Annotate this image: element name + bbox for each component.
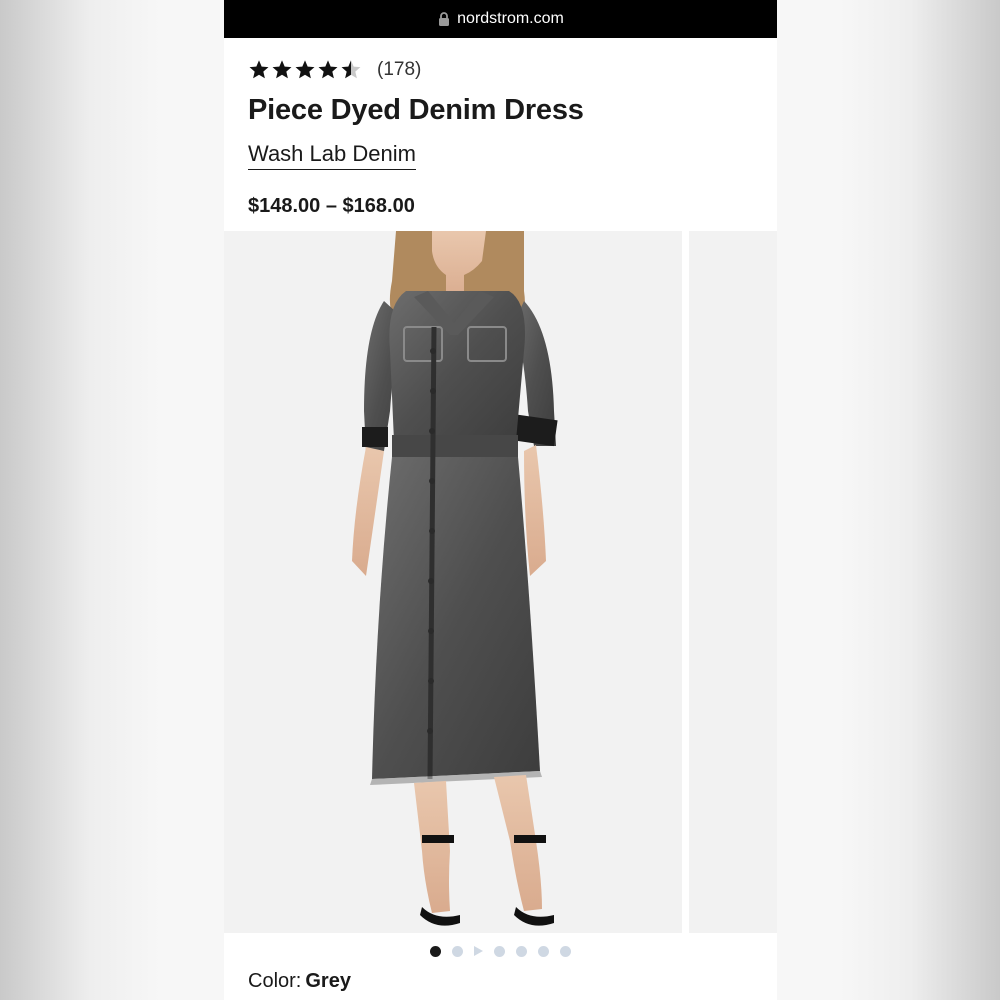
lock-icon <box>439 12 450 26</box>
model-wearing-denim-dress-image <box>224 231 682 933</box>
color-label: Color: <box>248 970 302 992</box>
mobile-viewport: nordstrom.com (178) Piece Dyed Denim Dre… <box>224 0 777 1000</box>
carousel-dot[interactable] <box>516 945 527 957</box>
price-range: $148.00 – $168.00 <box>248 195 415 217</box>
image-carousel[interactable] <box>224 231 777 933</box>
review-count[interactable]: (178) <box>377 59 421 81</box>
rating-row[interactable]: (178) <box>248 56 758 84</box>
product-title: Piece Dyed Denim Dress <box>248 94 584 126</box>
star-rating <box>248 59 363 81</box>
carousel-video-dot-play-icon[interactable] <box>474 946 483 956</box>
star-full-icon <box>318 60 338 79</box>
brand-link[interactable]: Wash Lab Denim <box>248 141 416 170</box>
star-full-icon <box>272 60 292 79</box>
carousel-dot-active[interactable] <box>430 945 441 957</box>
carousel-dot[interactable] <box>494 945 505 957</box>
product-image[interactable] <box>224 231 682 933</box>
carousel-dot[interactable] <box>560 945 571 957</box>
next-product-image-peek[interactable] <box>689 231 777 933</box>
carousel-pagination[interactable] <box>224 940 777 962</box>
color-value: Grey <box>305 970 351 992</box>
star-half-icon <box>341 60 361 79</box>
star-full-icon <box>295 60 315 79</box>
url-text: nordstrom.com <box>457 10 564 27</box>
product-header: (178) <box>248 56 758 84</box>
carousel-dot[interactable] <box>538 945 549 957</box>
color-selection: Color: Grey <box>248 970 351 993</box>
star-full-icon <box>249 60 269 79</box>
carousel-dot[interactable] <box>452 945 463 957</box>
browser-url-bar[interactable]: nordstrom.com <box>224 0 777 38</box>
